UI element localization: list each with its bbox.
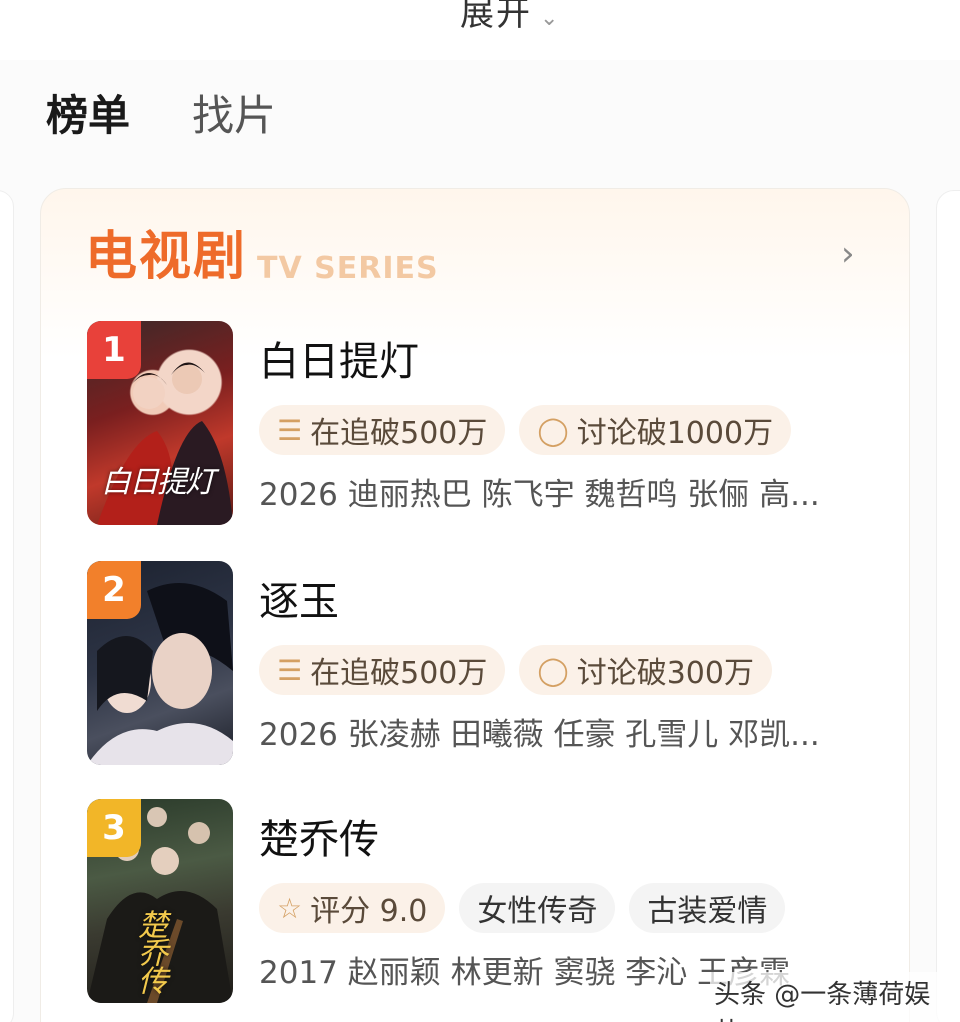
ranking-item[interactable]: 2 逐玉 ☰ 在追破500万 ◯ 讨论破300万 2026 张凌赫 田曦薇 任豪… xyxy=(87,561,887,765)
section-title-cn: 电视剧 xyxy=(85,227,248,287)
tag-genre[interactable]: 女性传奇 xyxy=(459,883,616,933)
poster-image[interactable]: 1 白日提灯 xyxy=(87,321,233,525)
card-header: 电视剧 TV SERIES xyxy=(85,227,439,287)
show-title[interactable]: 逐玉 xyxy=(259,577,339,627)
section-title-en: TV SERIES xyxy=(257,251,439,286)
ranking-item[interactable]: 3 楚乔传 楚乔传 ☆ 评分 9.0 女性传奇 古装爱情 2017 赵丽颖 林更… xyxy=(87,799,887,1003)
tab-bar: 榜单 找片 xyxy=(46,86,276,146)
chevron-right-icon[interactable]: › xyxy=(841,237,875,271)
next-card-peek[interactable] xyxy=(936,190,960,1022)
tag-row: ☰ 在追破500万 ◯ 讨论破300万 xyxy=(259,645,772,695)
show-title[interactable]: 楚乔传 xyxy=(259,815,379,865)
list-check-icon: ☰ xyxy=(277,653,303,687)
show-title[interactable]: 白日提灯 xyxy=(259,337,419,387)
poster-caption: 楚乔传 xyxy=(132,909,167,993)
tag-rating: ☆ 评分 9.0 xyxy=(259,883,446,933)
tag-label: 在追破500万 xyxy=(310,416,488,451)
show-meta: 2026 迪丽热巴 陈飞宇 魏哲鸣 张俪 高... xyxy=(259,477,820,513)
expand-button[interactable]: 展开 ⌄ xyxy=(460,0,560,35)
rank-badge: 2 xyxy=(87,561,141,619)
top-strip: 展开 ⌄ xyxy=(0,0,960,60)
tag-discussion: ◯ 讨论破1000万 xyxy=(519,405,792,455)
tag-following: ☰ 在追破500万 xyxy=(259,645,506,695)
tag-row: ☆ 评分 9.0 女性传奇 古装爱情 xyxy=(259,883,786,933)
tv-series-ranking-card: 电视剧 TV SERIES › 1 白日提灯 白日提灯 ☰ 在追破500万 ◯ xyxy=(40,188,910,1022)
tag-row: ☰ 在追破500万 ◯ 讨论破1000万 xyxy=(259,405,792,455)
chat-bubble-icon: ◯ xyxy=(537,653,569,687)
tag-label: 女性传奇 xyxy=(477,894,598,929)
expand-label: 展开 xyxy=(460,0,532,34)
tag-following: ☰ 在追破500万 xyxy=(259,405,506,455)
tab-ranking[interactable]: 榜单 xyxy=(46,86,130,146)
tag-label: 古装爱情 xyxy=(647,894,768,929)
tag-genre[interactable]: 古装爱情 xyxy=(629,883,786,933)
list-check-icon: ☰ xyxy=(277,413,303,447)
star-icon: ☆ xyxy=(277,891,303,925)
tag-label: 讨论破300万 xyxy=(576,656,754,691)
ranking-item[interactable]: 1 白日提灯 白日提灯 ☰ 在追破500万 ◯ 讨论破1000万 2026 迪丽… xyxy=(87,321,887,525)
tag-discussion: ◯ 讨论破300万 xyxy=(519,645,772,695)
poster-image[interactable]: 3 楚乔传 xyxy=(87,799,233,1003)
watermark: 头条 @一条薄荷娱儿 xyxy=(710,972,960,1022)
tag-label: 讨论破1000万 xyxy=(576,416,774,451)
chat-bubble-icon: ◯ xyxy=(537,413,569,447)
tag-label: 评分 9.0 xyxy=(310,894,428,929)
previous-card-peek[interactable] xyxy=(0,190,14,1022)
rank-badge: 1 xyxy=(87,321,141,379)
poster-caption: 白日提灯 xyxy=(101,465,215,500)
chevron-down-icon: ⌄ xyxy=(540,6,561,31)
show-meta: 2026 张凌赫 田曦薇 任豪 孔雪儿 邓凯... xyxy=(259,717,820,753)
tag-label: 在追破500万 xyxy=(310,656,488,691)
poster-image[interactable]: 2 xyxy=(87,561,233,765)
tab-find-show[interactable]: 找片 xyxy=(192,86,276,146)
rank-badge: 3 xyxy=(87,799,141,857)
